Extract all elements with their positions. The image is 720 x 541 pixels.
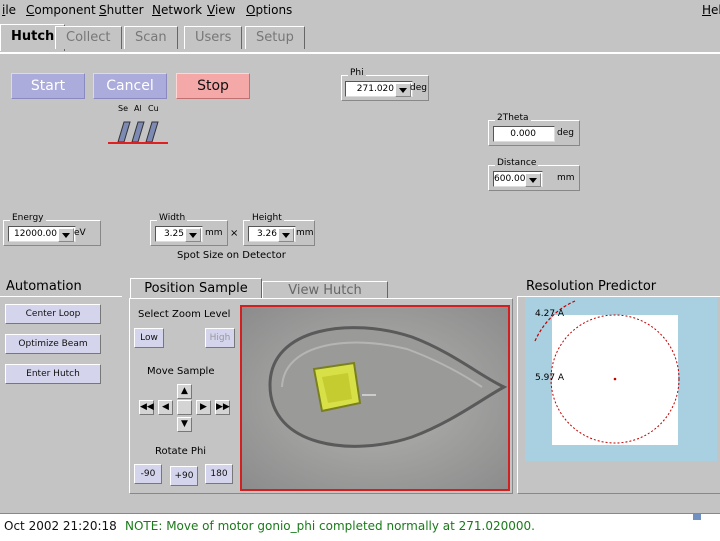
resolution-inner-label: 5.97 A — [535, 373, 565, 383]
energy-label: Energy — [10, 213, 46, 223]
tab-position-sample[interactable]: Position Sample — [130, 278, 262, 299]
twotheta-value: 0.000 — [510, 129, 536, 139]
filter-label-al: Al — [134, 104, 142, 113]
phi-unit: deg — [410, 83, 427, 93]
menu-options[interactable]: Options — [246, 3, 292, 17]
menu-help[interactable]: Hel — [702, 3, 720, 17]
menu-network[interactable]: Network — [152, 3, 202, 17]
chevron-down-icon[interactable] — [395, 83, 411, 97]
move-far-right-icon[interactable]: ▶▶ — [215, 400, 230, 415]
width-unit: mm — [205, 228, 223, 238]
filter-label-cu: Cu — [148, 104, 159, 113]
spot-size-label: Spot Size on Detector — [177, 250, 286, 261]
chevron-down-icon[interactable] — [58, 228, 74, 242]
main-tab-bar: Hutch Collect Scan Users Setup — [0, 22, 720, 54]
tab-collect[interactable]: Collect — [55, 26, 122, 49]
sample-video-view[interactable] — [240, 305, 510, 491]
crystal-loop-image — [242, 307, 508, 489]
automation-divider — [0, 296, 122, 297]
height-label: Height — [250, 213, 284, 223]
width-group: Width 3.25 mm — [150, 213, 228, 246]
distance-group: Distance 600.000 mm — [488, 158, 580, 191]
tab-scan[interactable]: Scan — [124, 26, 178, 49]
phi-group: Phi 271.020 deg — [341, 68, 429, 101]
phi-value: 271.020 — [356, 84, 394, 94]
tab-users[interactable]: Users — [184, 26, 243, 49]
height-field[interactable]: 3.26 — [248, 226, 296, 242]
optimize-beam-button[interactable]: Optimize Beam — [5, 334, 101, 354]
enter-hutch-button[interactable]: Enter Hutch — [5, 364, 101, 384]
distance-field[interactable]: 600.000 — [493, 171, 543, 187]
filter-label-se: Se — [118, 104, 128, 113]
center-loop-button[interactable]: Center Loop — [5, 304, 101, 324]
tab-setup[interactable]: Setup — [245, 26, 305, 49]
twotheta-unit: deg — [557, 128, 574, 138]
zoom-low-button[interactable]: Low — [134, 328, 164, 348]
cancel-button[interactable]: Cancel — [93, 73, 167, 99]
chevron-down-icon[interactable] — [278, 228, 294, 242]
move-left-icon[interactable]: ◀ — [158, 400, 173, 415]
status-message: NOTE: Move of motor gonio_phi completed … — [125, 519, 535, 533]
height-group: Height 3.26 mm — [243, 213, 315, 246]
start-button[interactable]: Start — [11, 73, 85, 99]
tab-view-hutch[interactable]: View Hutch — [262, 281, 388, 299]
twotheta-group: 2Theta 0.000 deg — [488, 113, 580, 146]
rotate-180-button[interactable]: 180 — [205, 464, 233, 484]
move-right-icon[interactable]: ▶ — [196, 400, 211, 415]
chevron-down-icon[interactable] — [525, 173, 541, 187]
zoom-level-label: Select Zoom Level — [138, 309, 231, 320]
width-label: Width — [157, 213, 188, 223]
menu-shutter[interactable]: Shutter — [99, 3, 144, 17]
resolution-predictor-view: 4.27 A 5.97 A — [525, 297, 717, 461]
distance-unit: mm — [557, 173, 575, 183]
energy-value: 12000.00 — [14, 229, 57, 239]
move-up-icon[interactable]: ▲ — [177, 384, 192, 399]
chevron-down-icon[interactable] — [185, 228, 201, 242]
rotate-plus-90-button[interactable]: +90 — [170, 466, 198, 486]
move-far-left-icon[interactable]: ◀◀ — [139, 400, 154, 415]
twotheta-label: 2Theta — [495, 113, 531, 123]
move-down-icon[interactable]: ▼ — [177, 417, 192, 432]
status-scroll-indicator[interactable] — [693, 514, 701, 520]
height-value: 3.26 — [256, 229, 277, 239]
rotate-minus-90-button[interactable]: -90 — [134, 464, 162, 484]
width-field[interactable]: 3.25 — [155, 226, 203, 242]
move-center-icon[interactable] — [177, 400, 192, 415]
distance-label: Distance — [495, 158, 539, 168]
energy-field[interactable]: 12000.00 — [8, 226, 76, 242]
resolution-outer-label: 4.27 A — [535, 309, 565, 319]
status-timestamp: Oct 2002 21:20:18 — [4, 519, 117, 533]
times-sign: × — [230, 228, 239, 239]
menu-bar: ile Component Shutter Network View Optio… — [0, 0, 720, 23]
menu-view[interactable]: View — [207, 3, 235, 17]
resolution-predictor-title: Resolution Predictor — [526, 279, 657, 294]
phi-field[interactable]: 271.020 — [345, 81, 413, 97]
rotate-phi-label: Rotate Phi — [155, 446, 207, 457]
menu-file[interactable]: ile — [2, 3, 16, 17]
energy-unit: eV — [74, 228, 86, 238]
move-sample-label: Move Sample — [147, 366, 215, 377]
width-value: 3.25 — [163, 229, 184, 239]
automation-title: Automation — [6, 279, 82, 294]
status-bar: Oct 2002 21:20:18 NOTE: Move of motor go… — [0, 513, 720, 541]
energy-group: Energy 12000.00 eV — [3, 213, 101, 246]
filter-underline — [108, 142, 168, 144]
stop-button[interactable]: Stop — [176, 73, 250, 99]
zoom-high-button[interactable]: High — [205, 328, 235, 348]
twotheta-field[interactable]: 0.000 — [493, 126, 555, 142]
phi-label: Phi — [348, 68, 366, 78]
menu-component[interactable]: Component — [26, 3, 96, 17]
height-unit: mm — [296, 228, 314, 238]
